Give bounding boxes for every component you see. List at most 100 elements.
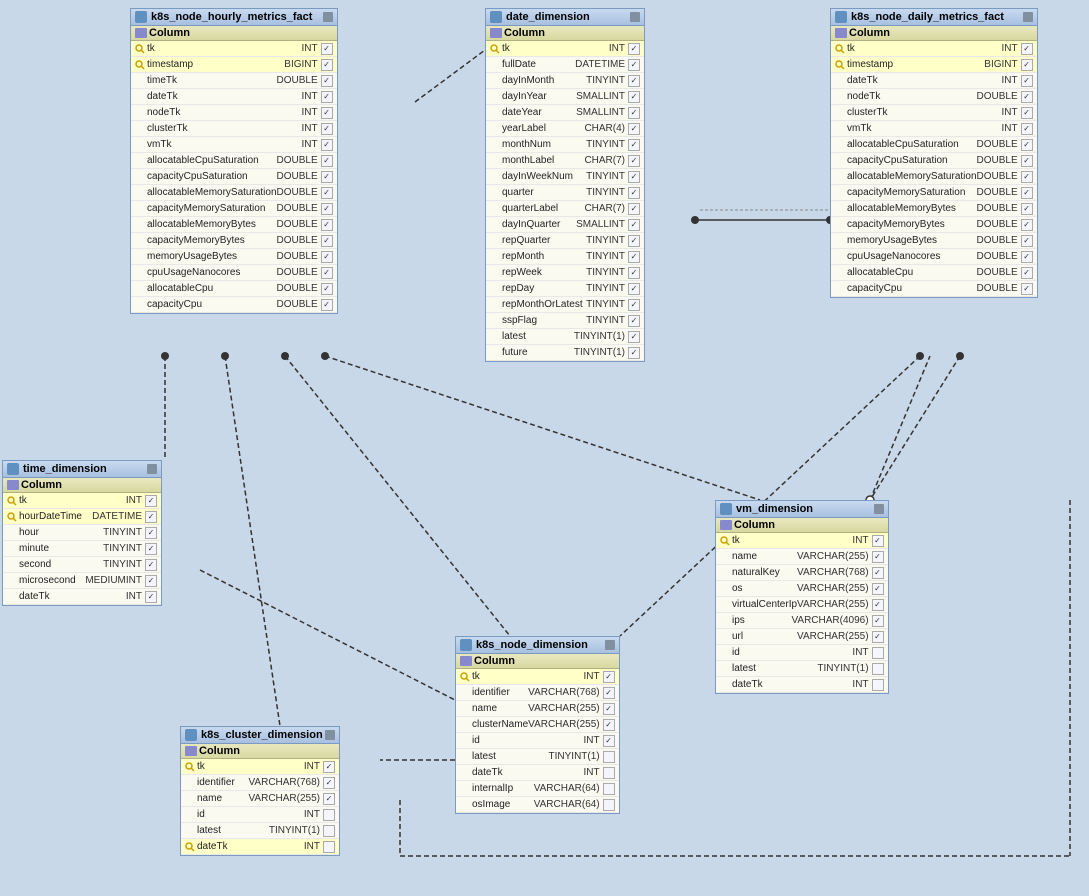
column-checkbox[interactable] bbox=[323, 761, 335, 773]
table-row[interactable]: identifierVARCHAR(768) bbox=[181, 775, 339, 791]
table-row[interactable]: clusterTkINT bbox=[831, 105, 1037, 121]
table-row[interactable]: repWeekTINYINT bbox=[486, 265, 644, 281]
table-row[interactable]: minuteTINYINT bbox=[3, 541, 161, 557]
table-row[interactable]: timeTkDOUBLE bbox=[131, 73, 337, 89]
column-checkbox[interactable] bbox=[1021, 171, 1033, 183]
column-checkbox[interactable] bbox=[872, 647, 884, 659]
table-row[interactable]: latestTINYINT(1) bbox=[181, 823, 339, 839]
table-row[interactable]: dateYearSMALLINT bbox=[486, 105, 644, 121]
table-row[interactable]: hourTINYINT bbox=[3, 525, 161, 541]
column-checkbox[interactable] bbox=[628, 91, 640, 103]
table-row[interactable]: idINT bbox=[716, 645, 888, 661]
column-checkbox[interactable] bbox=[1021, 75, 1033, 87]
column-checkbox[interactable] bbox=[145, 591, 157, 603]
column-checkbox[interactable] bbox=[323, 809, 335, 821]
table-row[interactable]: allocatableMemorySaturationDOUBLE bbox=[131, 185, 337, 201]
column-checkbox[interactable] bbox=[1021, 43, 1033, 55]
table-row[interactable]: allocatableMemorySaturationDOUBLE bbox=[831, 169, 1037, 185]
table-row[interactable]: allocatableCpuSaturationDOUBLE bbox=[831, 137, 1037, 153]
table-row[interactable]: nameVARCHAR(255) bbox=[181, 791, 339, 807]
table-row[interactable]: capacityCpuDOUBLE bbox=[831, 281, 1037, 297]
column-checkbox[interactable] bbox=[145, 575, 157, 587]
table-row[interactable]: quarterTINYINT bbox=[486, 185, 644, 201]
table-row[interactable]: latestTINYINT(1) bbox=[456, 749, 619, 765]
column-checkbox[interactable] bbox=[603, 799, 615, 811]
table-row[interactable]: dayInQuarterSMALLINT bbox=[486, 217, 644, 233]
table-row[interactable]: timestampBIGINT bbox=[831, 57, 1037, 73]
table-row[interactable]: dateTkINT bbox=[716, 677, 888, 693]
column-checkbox[interactable] bbox=[323, 841, 335, 853]
table-row[interactable]: tkINT bbox=[456, 669, 619, 685]
table-row[interactable]: allocatableCpuDOUBLE bbox=[831, 265, 1037, 281]
column-checkbox[interactable] bbox=[321, 171, 333, 183]
table-row[interactable]: internalIpVARCHAR(64) bbox=[456, 781, 619, 797]
table-title-k8s_node_hourly_metrics_fact[interactable]: k8s_node_hourly_metrics_fact bbox=[131, 9, 337, 26]
table-row[interactable]: osImageVARCHAR(64) bbox=[456, 797, 619, 813]
column-checkbox[interactable] bbox=[323, 777, 335, 789]
table-row[interactable]: identifierVARCHAR(768) bbox=[456, 685, 619, 701]
column-checkbox[interactable] bbox=[628, 347, 640, 359]
table-row[interactable]: capacityMemoryBytesDOUBLE bbox=[831, 217, 1037, 233]
table-row[interactable]: microsecondMEDIUMINT bbox=[3, 573, 161, 589]
table-row[interactable]: virtualCenterIpVARCHAR(255) bbox=[716, 597, 888, 613]
column-checkbox[interactable] bbox=[1021, 107, 1033, 119]
column-checkbox[interactable] bbox=[628, 331, 640, 343]
table-row[interactable]: capacityCpuSaturationDOUBLE bbox=[831, 153, 1037, 169]
column-checkbox[interactable] bbox=[628, 283, 640, 295]
column-checkbox[interactable] bbox=[321, 59, 333, 71]
column-checkbox[interactable] bbox=[323, 793, 335, 805]
table-row[interactable]: dayInYearSMALLINT bbox=[486, 89, 644, 105]
column-checkbox[interactable] bbox=[1021, 91, 1033, 103]
column-checkbox[interactable] bbox=[145, 543, 157, 555]
column-checkbox[interactable] bbox=[321, 203, 333, 215]
column-checkbox[interactable] bbox=[321, 91, 333, 103]
column-checkbox[interactable] bbox=[321, 43, 333, 55]
column-checkbox[interactable] bbox=[603, 735, 615, 747]
column-checkbox[interactable] bbox=[603, 719, 615, 731]
column-checkbox[interactable] bbox=[872, 663, 884, 675]
table-row[interactable]: nodeTkDOUBLE bbox=[831, 89, 1037, 105]
table-row[interactable]: secondTINYINT bbox=[3, 557, 161, 573]
table-row[interactable]: dateTkINT bbox=[3, 589, 161, 605]
table-row[interactable]: clusterTkINT bbox=[131, 121, 337, 137]
table-row[interactable]: capacityMemorySaturationDOUBLE bbox=[831, 185, 1037, 201]
table-row[interactable]: dateTkINT bbox=[456, 765, 619, 781]
table-row[interactable]: quarterLabelCHAR(7) bbox=[486, 201, 644, 217]
column-checkbox[interactable] bbox=[1021, 59, 1033, 71]
table-row[interactable]: naturalKeyVARCHAR(768) bbox=[716, 565, 888, 581]
column-checkbox[interactable] bbox=[321, 283, 333, 295]
column-checkbox[interactable] bbox=[603, 751, 615, 763]
column-checkbox[interactable] bbox=[145, 511, 157, 523]
column-checkbox[interactable] bbox=[872, 679, 884, 691]
column-checkbox[interactable] bbox=[145, 559, 157, 571]
table-row[interactable]: tkINT bbox=[716, 533, 888, 549]
column-checkbox[interactable] bbox=[628, 155, 640, 167]
column-checkbox[interactable] bbox=[1021, 123, 1033, 135]
table-title-k8s_cluster_dimension[interactable]: k8s_cluster_dimension bbox=[181, 727, 339, 744]
column-checkbox[interactable] bbox=[872, 599, 884, 611]
column-checkbox[interactable] bbox=[321, 299, 333, 311]
table-row[interactable]: yearLabelCHAR(4) bbox=[486, 121, 644, 137]
table-row[interactable]: allocatableMemoryBytesDOUBLE bbox=[131, 217, 337, 233]
column-checkbox[interactable] bbox=[323, 825, 335, 837]
table-row[interactable]: memoryUsageBytesDOUBLE bbox=[131, 249, 337, 265]
table-row[interactable]: tkINT bbox=[181, 759, 339, 775]
column-checkbox[interactable] bbox=[628, 203, 640, 215]
column-checkbox[interactable] bbox=[628, 171, 640, 183]
column-checkbox[interactable] bbox=[628, 139, 640, 151]
table-row[interactable]: tkINT bbox=[486, 41, 644, 57]
column-checkbox[interactable] bbox=[628, 43, 640, 55]
column-checkbox[interactable] bbox=[628, 59, 640, 71]
column-checkbox[interactable] bbox=[321, 139, 333, 151]
table-row[interactable]: capacityCpuSaturationDOUBLE bbox=[131, 169, 337, 185]
table-row[interactable]: dateTkINT bbox=[831, 73, 1037, 89]
table-row[interactable]: nameVARCHAR(255) bbox=[456, 701, 619, 717]
column-checkbox[interactable] bbox=[628, 267, 640, 279]
column-checkbox[interactable] bbox=[603, 671, 615, 683]
table-row[interactable]: nameVARCHAR(255) bbox=[716, 549, 888, 565]
table-row[interactable]: idINT bbox=[456, 733, 619, 749]
table-title-k8s_node_dimension[interactable]: k8s_node_dimension bbox=[456, 637, 619, 654]
column-checkbox[interactable] bbox=[145, 495, 157, 507]
table-row[interactable]: vmTkINT bbox=[831, 121, 1037, 137]
column-checkbox[interactable] bbox=[872, 631, 884, 643]
